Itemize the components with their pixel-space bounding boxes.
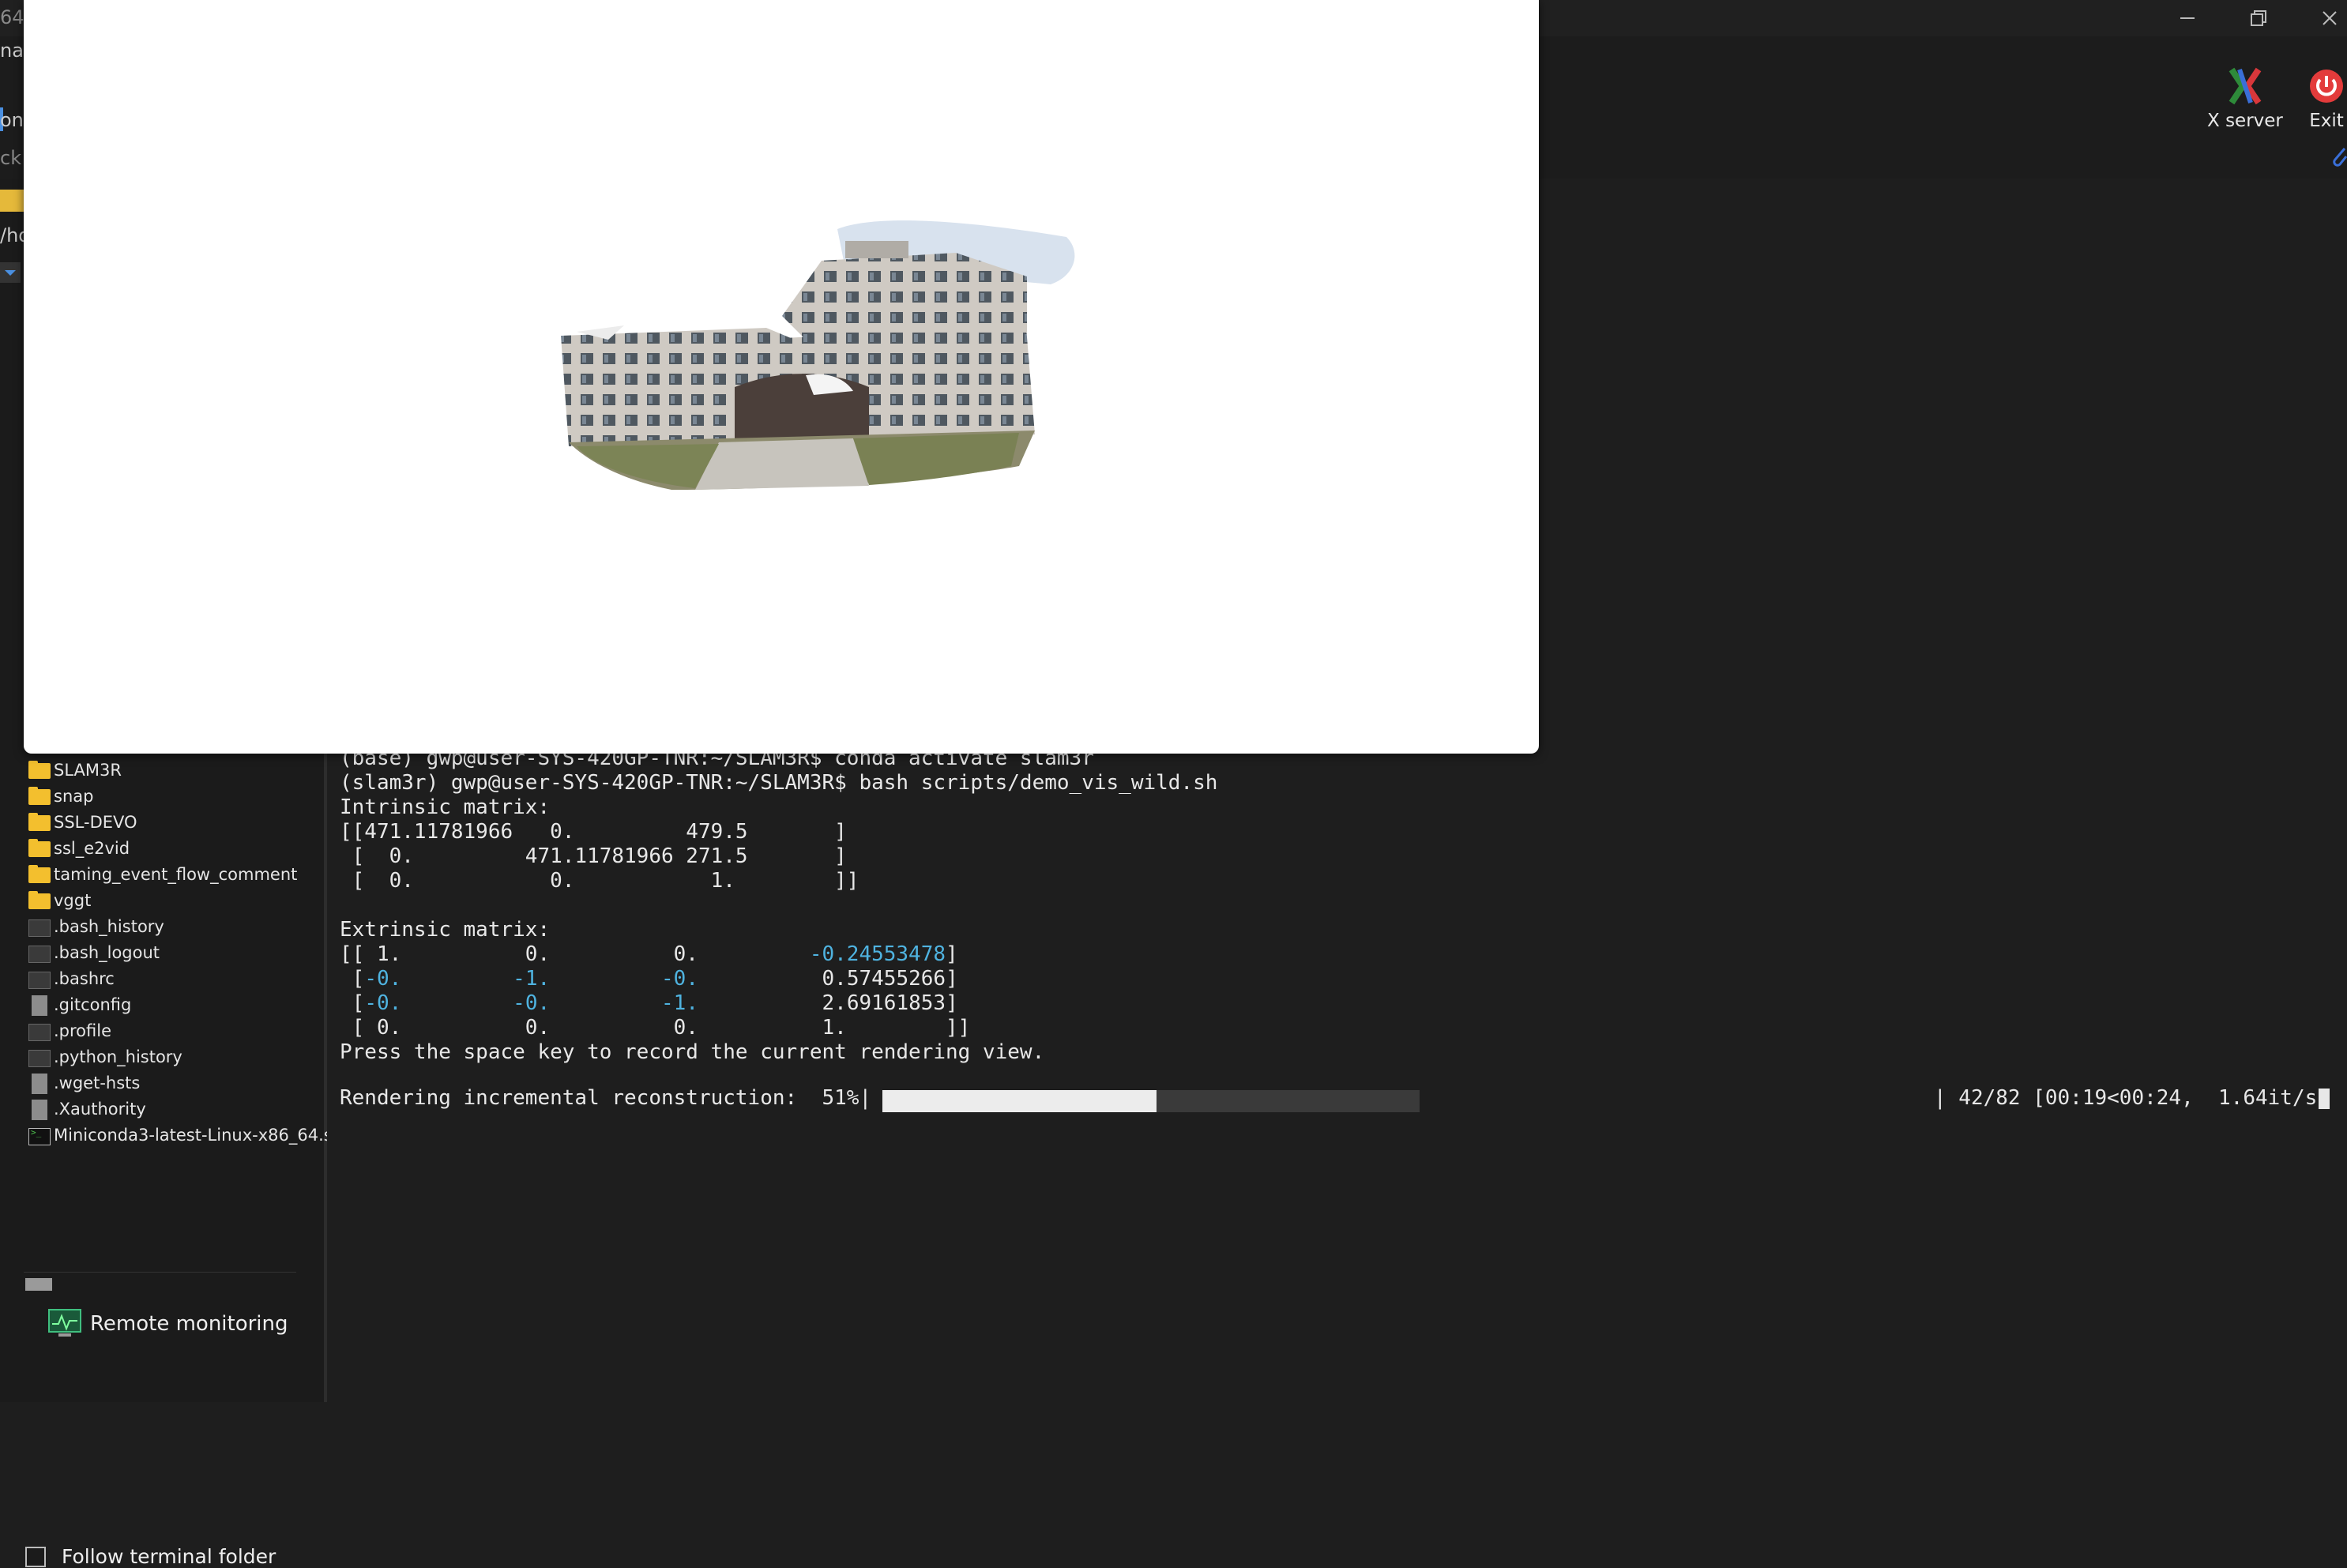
terminal-file-icon (27, 969, 51, 989)
file-list: SLAM3R snap SSL-DEVO ssl_e2vid taming_event_… (27, 757, 343, 1148)
file-name: taming_event_flow_comment (54, 864, 298, 884)
power-icon (2310, 70, 2343, 103)
progress-stats-text: | 42/82 [00:19<00:24, 1.64it/s (1934, 1086, 2318, 1110)
restore-icon (2251, 10, 2266, 26)
terminal-output: (base) gwp@user-SYS-420GP-TNR:~/SLAM3R$ … (340, 746, 1217, 1065)
toolbar-fragment-3: ck (0, 147, 22, 169)
file-icon (27, 1099, 51, 1120)
exit-button[interactable]: Exit (2308, 66, 2345, 131)
toolbar-fragment-2: on (0, 109, 24, 131)
folder-icon (27, 760, 51, 780)
file-name: .bash_history (54, 916, 164, 936)
file-name: .profile (54, 1021, 112, 1040)
folder-icon (27, 812, 51, 832)
follow-terminal-label: Follow terminal folder (62, 1545, 276, 1568)
progress-bar (882, 1090, 1420, 1112)
restore-button[interactable] (2223, 0, 2294, 36)
file-icon (27, 1073, 51, 1094)
file-name: .wget-hsts (54, 1073, 141, 1092)
terminal-cursor (2319, 1088, 2330, 1109)
terminal-line: [ 0. 0. 0. 1. ]] (340, 1016, 971, 1040)
monitor-icon (48, 1309, 81, 1337)
file-list-item[interactable]: taming_event_flow_comment (27, 861, 343, 887)
point-cloud-viewer-window[interactable] (24, 0, 1539, 754)
file-list-item[interactable]: Miniconda3-latest-Linux-x86_64.sh (27, 1122, 343, 1148)
file-list-item[interactable]: .profile (27, 1017, 343, 1043)
xserver-icon (2229, 67, 2262, 105)
file-name: .gitconfig (54, 995, 132, 1014)
xserver-label: X server (2207, 111, 2283, 131)
file-name: SLAM3R (54, 760, 122, 780)
file-list-item[interactable]: .gitconfig (27, 991, 343, 1017)
remote-monitoring-label: Remote monitoring (90, 1312, 288, 1336)
minimize-icon (2180, 17, 2195, 19)
toolbar-fragment-1: na (0, 39, 24, 62)
terminal-line: [-0. -0. -1. 2.69161853] (340, 991, 958, 1015)
file-name: SSL-DEVO (54, 812, 137, 832)
file-name: .bash_logout (54, 942, 160, 962)
file-list-item[interactable]: ssl_e2vid (27, 835, 343, 861)
close-icon (2323, 11, 2337, 25)
remote-monitoring-button[interactable]: Remote monitoring (47, 1308, 288, 1340)
file-list-item[interactable]: .python_history (27, 1043, 343, 1070)
folder-icon (27, 864, 51, 884)
file-list-item[interactable]: .Xauthority (27, 1096, 343, 1122)
file-list-item[interactable]: .wget-hsts (27, 1070, 343, 1096)
terminal-file-icon (27, 1021, 51, 1041)
dropdown-arrow-icon[interactable] (0, 262, 21, 283)
file-name: .Xauthority (54, 1099, 146, 1119)
xserver-button[interactable]: X server (2207, 66, 2283, 131)
horizontal-scrollbar[interactable] (25, 1278, 52, 1291)
file-name: .bashrc (54, 968, 115, 988)
file-name: vggt (54, 890, 92, 910)
progress-label: Rendering incremental reconstruction: 51… (340, 1086, 872, 1110)
terminal-line: [[471.11781966 0. 479.5 ] (340, 820, 847, 844)
terminal-line: [ 0. 0. 1. ]] (340, 869, 859, 893)
file-icon (27, 995, 51, 1016)
minimize-button[interactable] (2152, 0, 2223, 36)
close-button[interactable] (2294, 0, 2347, 36)
terminal-file-icon (27, 1047, 51, 1067)
terminal-line: (slam3r) gwp@user-SYS-420GP-TNR:~/SLAM3R… (340, 771, 1218, 795)
building-point-cloud (561, 220, 1075, 490)
exit-label: Exit (2309, 111, 2344, 131)
file-list-item[interactable]: .bash_logout (27, 939, 343, 965)
file-name: snap (54, 786, 94, 806)
separator (24, 1272, 296, 1273)
terminal-line: Press the space key to record the curren… (340, 1040, 1045, 1064)
follow-terminal-checkbox[interactable] (25, 1546, 46, 1567)
file-list-item[interactable]: SLAM3R (27, 757, 343, 783)
file-name: Miniconda3-latest-Linux-x86_64.sh (54, 1125, 344, 1145)
file-name: .python_history (54, 1047, 182, 1066)
terminal-line: [-0. -1. -0. 0.57455266] (340, 967, 958, 991)
file-list-item[interactable]: .bashrc (27, 965, 343, 991)
attachment-icon[interactable] (2330, 145, 2347, 169)
terminal-line: Intrinsic matrix: (340, 795, 551, 819)
file-list-item[interactable]: SSL-DEVO (27, 809, 343, 835)
terminal-file-icon (27, 943, 51, 963)
terminal-file-icon (27, 917, 51, 937)
follow-terminal-folder[interactable]: Follow terminal folder (25, 1545, 276, 1568)
progress-stats: | 42/82 [00:19<00:24, 1.64it/s (1934, 1086, 2330, 1111)
progress-bar-fill (882, 1090, 1157, 1112)
file-name: ssl_e2vid (54, 838, 130, 858)
file-list-item[interactable]: .bash_history (27, 913, 343, 939)
terminal-line: [ 0. 471.11781966 271.5 ] (340, 844, 847, 868)
folder-icon (27, 786, 51, 806)
folder-icon (27, 890, 51, 910)
file-list-item[interactable]: snap (27, 783, 343, 809)
terminal-script-icon (27, 1126, 51, 1145)
file-list-item[interactable]: vggt (27, 887, 343, 913)
terminal-line: [[ 1. 0. 0. -0.24553478] (340, 942, 958, 966)
folder-icon (27, 838, 51, 858)
terminal-line: Extrinsic matrix: (340, 918, 551, 942)
sidebar-folder-icon[interactable] (0, 190, 24, 212)
